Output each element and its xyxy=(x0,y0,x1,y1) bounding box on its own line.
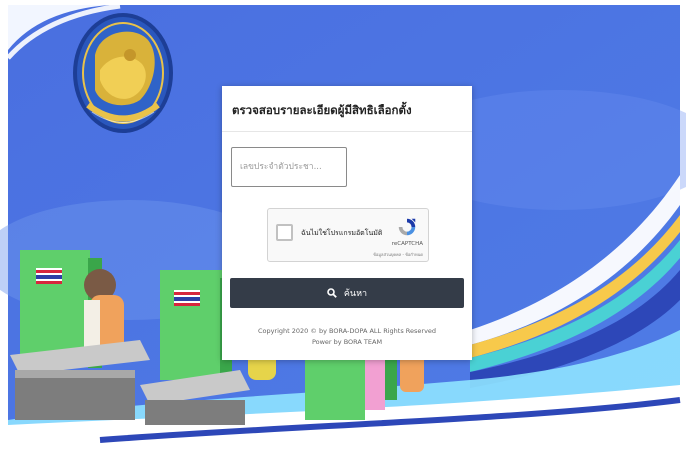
recaptcha-label: ฉันไม่ใช่โปรแกรมอัตโนมัติ xyxy=(301,229,383,237)
recaptcha-brand: reCAPTCHA xyxy=(391,241,423,247)
powered-by-text: Power by BORA TEAM xyxy=(311,338,383,346)
recaptcha-widget: ฉันไม่ใช่โปรแกรมอัตโนมัติ reCAPTCHA ข้อม… xyxy=(267,208,429,262)
copyright-text: Copyright 2020 © by BORA-DOPA ALL Rights… xyxy=(257,327,437,335)
card-footer: Copyright 2020 © by BORA-DOPA ALL Rights… xyxy=(222,326,472,348)
recaptcha-checkbox[interactable] xyxy=(276,224,293,241)
search-button[interactable]: ค้นหา xyxy=(230,278,464,308)
seal-emblem xyxy=(73,13,173,133)
voter-check-card: ตรวจสอบรายละเอียดผู้มีสิทธิเลือกตั้ง ฉัน… xyxy=(222,86,472,360)
page: ตรวจสอบรายละเอียดผู้มีสิทธิเลือกตั้ง ฉัน… xyxy=(0,0,686,454)
search-icon xyxy=(327,288,337,298)
card-title: ตรวจสอบรายละเอียดผู้มีสิทธิเลือกตั้ง xyxy=(232,103,412,117)
card-header: ตรวจสอบรายละเอียดผู้มีสิทธิเลือกตั้ง xyxy=(222,86,472,132)
citizen-id-input[interactable] xyxy=(231,147,347,187)
search-button-label: ค้นหา xyxy=(343,289,368,299)
recaptcha-logo-icon xyxy=(398,218,416,236)
recaptcha-terms-link[interactable]: ข้อมูลส่วนบุคคล - ข้อกำหนด xyxy=(373,251,423,258)
